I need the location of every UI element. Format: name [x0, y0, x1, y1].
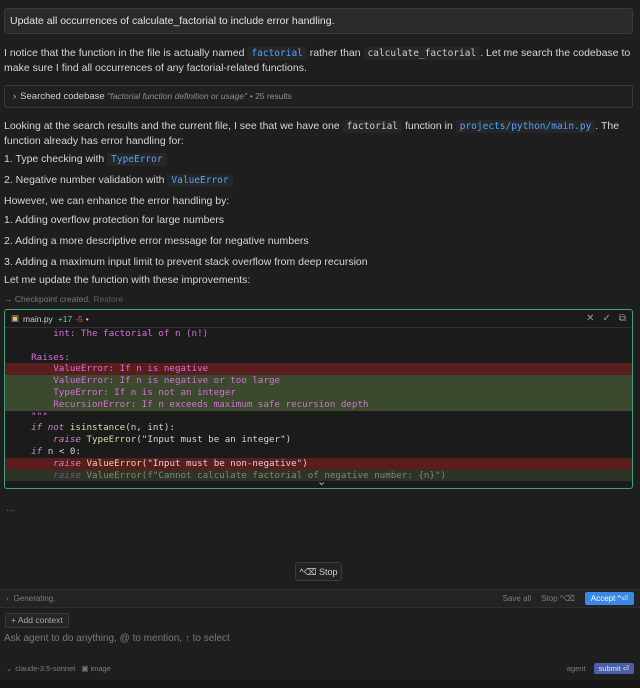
generating-status: Generating.	[13, 594, 56, 603]
python-file-icon: ▣	[11, 313, 20, 323]
str-token: ("Input must be an integer")	[136, 434, 292, 446]
code-line-added: RecursionError: If n exceeds maximum saf…	[5, 398, 632, 411]
code-line: int: The factorial of n (n!)	[9, 328, 209, 339]
kw-token: if not	[31, 422, 70, 434]
checkpoint-text: Checkpoint created.	[14, 294, 91, 304]
ellipsis-indicator: ...	[6, 503, 15, 514]
save-all-button[interactable]: Save all	[503, 594, 531, 603]
improvement-item-1: 1. Adding overflow protection for large …	[4, 214, 225, 226]
diff-removed-count: -5	[75, 313, 83, 324]
image-button-label[interactable]: image	[90, 664, 110, 673]
reject-x-icon[interactable]: ✕	[586, 313, 594, 324]
code-line: Raises:	[9, 351, 70, 363]
file-link-main-py[interactable]: projects/python/main.py	[455, 120, 596, 133]
model-selector[interactable]: claude-3.5-sonnet	[15, 664, 75, 673]
chevron-right-icon: ›	[6, 594, 9, 603]
analysis-text-1: Looking at the search results and the cu…	[4, 120, 343, 132]
expand-chevron-down-icon[interactable]: ⌄	[317, 475, 326, 488]
inline-code-factorial: factorial	[247, 47, 307, 60]
kw-token: raise	[53, 457, 87, 469]
diff-header: ▣ main.py +17 -5 • ✕ ✓ ⧉	[5, 310, 632, 328]
search-results-count: • 25 results	[249, 91, 292, 101]
code-line: """	[9, 410, 48, 422]
kw-token: if	[31, 445, 48, 457]
improvement-item-2: 2. Adding a more descriptive error messa…	[4, 235, 309, 247]
arrow-right-icon: →	[4, 294, 13, 304]
submit-button[interactable]: submit ⏎	[593, 662, 634, 674]
intro-paragraph: I notice that the function in the file i…	[4, 46, 634, 76]
accept-button[interactable]: Accept ^⏎	[584, 592, 634, 605]
open-file-icon[interactable]: ⧉	[619, 313, 626, 324]
existing-item-2-text: 2. Negative number validation with	[4, 174, 168, 186]
existing-item-1: 1. Type checking with TypeError	[4, 152, 634, 167]
generating-bar: › Generating. Save all Stop ^⌫ Accept ^⏎	[0, 589, 640, 608]
chevron-right-icon: ›	[13, 91, 17, 102]
kw-token: raise	[53, 469, 87, 481]
chevron-down-icon: ⌄	[6, 663, 13, 673]
bottom-bar: ⌄ claude-3.5-sonnet ▣ image agent submit…	[0, 661, 640, 675]
code-line: if not isinstance(n, int):	[5, 422, 632, 434]
inline-code-typeerror: TypeError	[107, 153, 167, 166]
kw-token: raise	[53, 434, 87, 446]
search-label: Searched codebase	[20, 91, 105, 102]
intro-text-1: I notice that the function in the file i…	[4, 47, 248, 59]
inline-code-factorial-2: factorial	[342, 120, 403, 133]
stop-button[interactable]: ^⌫ Stop	[295, 562, 342, 581]
str-token: ("Input must be non-negative")	[141, 457, 308, 469]
inline-code-calculate-factorial: calculate_factorial	[363, 47, 481, 60]
however-text: However, we can enhance the error handli…	[4, 195, 230, 207]
mode-label[interactable]: agent	[567, 664, 586, 673]
bottom-strip	[0, 680, 640, 688]
fn-token: ValueError	[86, 469, 142, 481]
plain-token: n < 0:	[47, 445, 81, 457]
code-diff-panel: ▣ main.py +17 -5 • ✕ ✓ ⧉ int: The factor…	[4, 309, 633, 489]
analysis-paragraph: Looking at the search results and the cu…	[4, 119, 634, 149]
inline-code-valueerror: ValueError	[167, 174, 233, 187]
code-line-added: ValueError: If n is negative or too larg…	[5, 375, 632, 387]
code-line-added: TypeError: If n is not an integer	[5, 386, 632, 399]
diff-code: int: The factorial of n (n!) Raises: Val…	[5, 328, 632, 482]
search-query: "factorial function definition or usage"	[107, 91, 248, 101]
add-context-button[interactable]: + Add context	[5, 613, 69, 628]
code-line-removed: raise ValueError("Input must be non-nega…	[5, 457, 632, 470]
fn-token: ValueError	[86, 457, 142, 469]
user-message: Update all occurrences of calculate_fact…	[4, 8, 633, 34]
fn-token: isinstance	[69, 422, 126, 434]
str-token: (f"Cannot calculate factorial of negativ…	[141, 469, 447, 481]
intro-text-2: rather than	[306, 47, 364, 59]
code-line: if n < 0:	[5, 446, 632, 458]
searched-codebase-toggle[interactable]: › Searched codebase "factorial function d…	[4, 85, 633, 108]
image-icon[interactable]: ▣	[81, 664, 88, 673]
diff-filename[interactable]: main.py	[23, 314, 53, 324]
existing-item-1-text: 1. Type checking with	[4, 153, 108, 165]
fn-token: TypeError	[86, 434, 137, 446]
existing-item-2: 2. Negative number validation with Value…	[4, 173, 634, 188]
analysis-text-2: function in	[402, 120, 456, 132]
let-me-text: Let me update the function with these im…	[4, 274, 251, 286]
plain-token: (n, int):	[125, 422, 175, 434]
prompt-input[interactable]	[4, 630, 624, 646]
improvement-item-3: 3. Adding a maximum input limit to preve…	[4, 256, 368, 268]
modified-dot-icon: •	[85, 313, 89, 324]
diff-added-count: +17	[57, 313, 73, 324]
code-line: raise TypeError("Input must be an intege…	[5, 434, 632, 446]
checkpoint-line: → Checkpoint created. Restore	[4, 294, 123, 304]
code-line-removed: ValueError: If n is negative	[5, 363, 632, 376]
restore-link[interactable]: Restore	[93, 294, 123, 304]
accept-check-icon[interactable]: ✓	[602, 313, 610, 324]
stop-generation-button[interactable]: Stop ^⌫	[541, 594, 575, 603]
